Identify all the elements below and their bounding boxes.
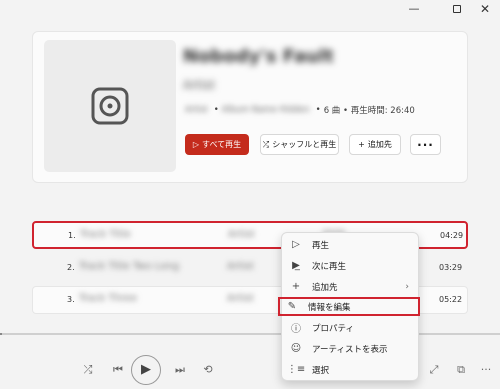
shuffle-label: シャッフルと再生 bbox=[272, 140, 337, 149]
menu-item-label: 追加先 bbox=[312, 282, 338, 293]
album-meta: Artist • Album Name Hidden • 6 曲 • 再生時間:… bbox=[185, 105, 415, 116]
track-title: Track Title Two Long bbox=[79, 261, 180, 272]
menu-item-play-next[interactable]: ▶̲ 次に再生 bbox=[284, 256, 418, 275]
info-icon: ⓘ bbox=[291, 324, 301, 335]
maximize-icon bbox=[453, 5, 461, 13]
play-next-icon: ▶̲ bbox=[292, 260, 300, 271]
track-duration: 05:22 bbox=[439, 295, 463, 304]
track-number: 2. bbox=[67, 263, 75, 272]
plus-icon: + bbox=[291, 281, 301, 292]
maximize-button[interactable] bbox=[448, 1, 466, 17]
shuffle-toggle-button[interactable]: ⤮ bbox=[80, 362, 96, 378]
close-button[interactable]: ✕ bbox=[476, 1, 494, 17]
play-icon: ▷ bbox=[192, 140, 200, 149]
track-number: 3. bbox=[67, 295, 75, 304]
menu-item-play[interactable]: ▷ 再生 bbox=[284, 235, 418, 254]
chevron-right-icon: › bbox=[405, 281, 409, 292]
album-title: Nobody's Fault bbox=[183, 46, 334, 67]
menu-item-select[interactable]: ⋮≡ 選択 bbox=[284, 360, 418, 379]
pencil-icon: ✎ bbox=[287, 301, 297, 312]
track-title: Track Title bbox=[80, 229, 131, 240]
plus-icon: + bbox=[358, 140, 365, 149]
minimize-button[interactable]: — bbox=[405, 1, 423, 17]
menu-item-label: 選択 bbox=[312, 365, 330, 376]
meta-album: Album Name Hidden bbox=[221, 105, 310, 115]
disc-icon bbox=[91, 87, 129, 125]
play-all-label: すべて再生 bbox=[202, 140, 242, 149]
menu-item-label: 再生 bbox=[312, 240, 330, 251]
repeat-button[interactable]: ⟲ bbox=[200, 362, 216, 378]
player-more-button[interactable]: ··· bbox=[478, 362, 494, 378]
full-screen-button[interactable]: ⤢ bbox=[426, 362, 442, 378]
add-to-label: 追加先 bbox=[367, 140, 392, 149]
play-all-button[interactable]: ▷ すべて再生 bbox=[185, 134, 249, 155]
menu-item-edit-info[interactable]: ✎ 情報を編集 bbox=[278, 297, 420, 316]
track-duration: 04:29 bbox=[440, 231, 464, 240]
track-artist[interactable]: Artist bbox=[228, 229, 255, 240]
track-artist[interactable]: Artist bbox=[227, 293, 254, 304]
context-menu: ▷ 再生 ▶̲ 次に再生 + 追加先 › ✎ 情報を編集 ⓘ プロパティ ☺ ア… bbox=[278, 232, 420, 381]
shuffle-play-button[interactable]: ⤮ シャッフルと再生 bbox=[260, 134, 339, 155]
shuffle-icon: ⤮ bbox=[262, 139, 270, 149]
progress-fill bbox=[0, 333, 2, 335]
play-icon: ▷ bbox=[292, 239, 300, 250]
menu-item-label: 次に再生 bbox=[312, 261, 347, 272]
menu-item-add-to[interactable]: + 追加先 › bbox=[284, 277, 418, 296]
track-number: 1. bbox=[68, 231, 76, 240]
menu-item-label: プロパティ bbox=[312, 323, 354, 334]
previous-button[interactable]: ⏮ bbox=[110, 362, 126, 378]
more-options-button[interactable]: ··· bbox=[410, 134, 441, 155]
meta-artist[interactable]: Artist bbox=[185, 105, 208, 115]
album-header-card: Nobody's Fault Artist Artist • Album Nam… bbox=[32, 31, 468, 183]
title-bar: — ✕ bbox=[0, 0, 500, 18]
menu-item-label: アーティストを表示 bbox=[312, 344, 388, 355]
track-title: Track Three bbox=[79, 293, 137, 304]
album-artist[interactable]: Artist bbox=[183, 78, 215, 92]
progress-track[interactable] bbox=[0, 333, 500, 335]
menu-item-show-artist[interactable]: ☺ アーティストを表示 bbox=[284, 339, 418, 358]
menu-item-label: 情報を編集 bbox=[308, 302, 351, 313]
play-pause-button[interactable]: ▶ bbox=[131, 355, 161, 385]
person-icon: ☺ bbox=[290, 343, 302, 354]
track-artist[interactable]: Artist bbox=[227, 261, 254, 272]
meta-track-info: 6 曲 • 再生時間: 26:40 bbox=[323, 106, 415, 116]
mini-player-button[interactable]: ⧉ bbox=[453, 362, 469, 378]
next-button[interactable]: ⏭ bbox=[172, 362, 188, 378]
menu-item-properties[interactable]: ⓘ プロパティ bbox=[284, 318, 418, 337]
add-to-button[interactable]: + 追加先 bbox=[349, 134, 401, 155]
album-cover bbox=[44, 40, 176, 172]
select-icon: ⋮≡ bbox=[286, 364, 306, 375]
track-duration: 03:29 bbox=[439, 263, 463, 272]
